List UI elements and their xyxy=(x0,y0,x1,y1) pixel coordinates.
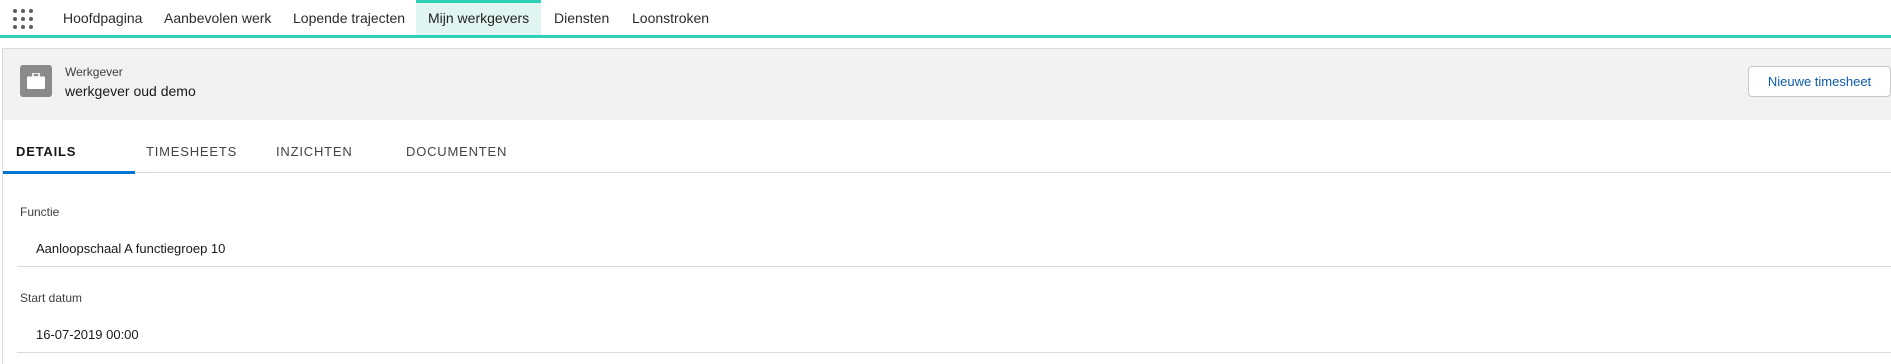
top-nav: Hoofdpagina Aanbevolen werk Lopende traj… xyxy=(0,0,1891,38)
nav-item-diensten[interactable]: Diensten xyxy=(542,0,621,35)
details-panel: Functie Aanloopschaal A functiegroep 10 … xyxy=(2,173,1891,364)
field-label-functie: Functie xyxy=(20,205,60,219)
tab-documenten[interactable]: DOCUMENTEN xyxy=(406,120,507,173)
field-label-start-datum: Start datum xyxy=(20,291,83,305)
app-launcher-icon[interactable] xyxy=(13,9,33,29)
tab-details[interactable]: DETAILS xyxy=(3,120,135,174)
field-value-start-datum: 16-07-2019 00:00 xyxy=(36,327,139,342)
nav-item-aanbevolen-werk[interactable]: Aanbevolen werk xyxy=(152,0,283,35)
tab-timesheets[interactable]: TIMESHEETS xyxy=(146,120,237,173)
briefcase-icon xyxy=(20,65,52,97)
nav-item-loonstroken[interactable]: Loonstroken xyxy=(620,0,721,35)
nav-item-hoofdpagina[interactable]: Hoofdpagina xyxy=(51,0,154,35)
employer-name: werkgever oud demo xyxy=(65,83,196,99)
new-timesheet-button[interactable]: Nieuwe timesheet xyxy=(1748,66,1891,97)
field-divider xyxy=(17,352,1891,353)
field-value-functie: Aanloopschaal A functiegroep 10 xyxy=(36,241,226,256)
employer-header: Werkgever werkgever oud demo Nieuwe time… xyxy=(2,48,1891,120)
nav-item-lopende-trajecten[interactable]: Lopende trajecten xyxy=(281,0,417,35)
nav-item-mijn-werkgevers[interactable]: Mijn werkgevers xyxy=(416,0,542,35)
tab-inzichten[interactable]: INZICHTEN xyxy=(276,120,353,173)
employer-label: Werkgever xyxy=(65,65,123,79)
tab-bar: DETAILS TIMESHEETS INZICHTEN DOCUMENTEN xyxy=(2,120,1891,174)
field-divider xyxy=(17,266,1891,267)
